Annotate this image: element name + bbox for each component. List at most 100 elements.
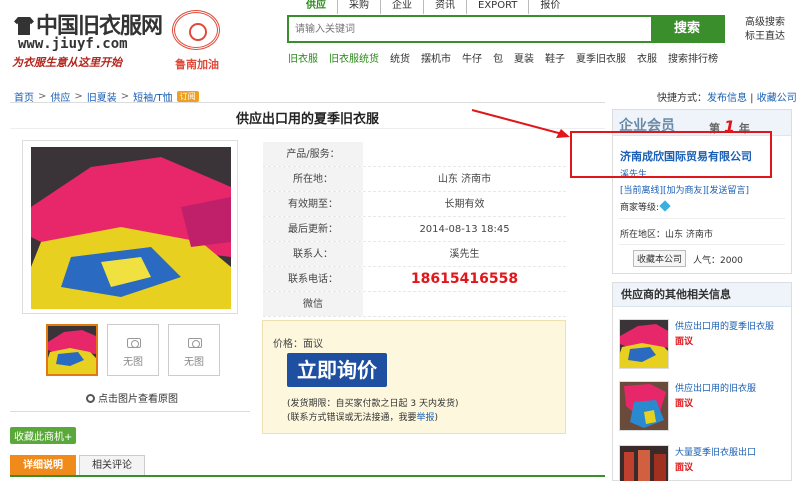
search-extras: 高级搜索 标王直达 [745, 16, 785, 44]
logo-domain: www.jiuyf.com [18, 36, 128, 52]
panel-title: 供应商的其他相关信息 [613, 283, 791, 307]
list-item[interactable]: 供应出口用的旧衣服 面议 [619, 381, 787, 437]
report-note: (联系方式错误或无法接通，我要举报) [287, 413, 439, 423]
divider [10, 102, 605, 103]
seal-icon [172, 10, 220, 50]
cat-link[interactable]: 旧衣服统货 [329, 50, 379, 65]
item-price: 面议 [675, 337, 694, 347]
top-nav: 供应 采购 企业 资讯 EXPORT 报价 [298, 0, 571, 14]
camera-icon [188, 338, 202, 348]
top-rank-link[interactable]: 标王直达 [745, 30, 785, 44]
price-label: 价格：面议 [273, 339, 323, 350]
info-row: 产品/服务： [263, 142, 566, 167]
nav-company[interactable]: 企业 [380, 0, 423, 14]
product-main-image[interactable] [22, 140, 238, 314]
item-thumbnail[interactable] [619, 445, 669, 481]
info-key: 所在地： [263, 167, 363, 191]
shortcut-label: 快捷方式： [657, 93, 707, 104]
list-item[interactable]: 供应出口用的夏季旧衣服 面议 [619, 319, 787, 375]
favorite-company-button[interactable]: 收藏本公司 [633, 250, 687, 267]
info-row: 微信 [263, 292, 566, 317]
cat-link[interactable]: 鞋子 [545, 50, 565, 65]
info-key: 产品/服务： [263, 142, 363, 166]
info-key: 联系电话： [263, 267, 363, 291]
popularity: 人气：2000 [693, 256, 743, 266]
tab-underline [10, 475, 605, 477]
cat-link[interactable]: 衣服 [637, 50, 657, 65]
search-rank-link[interactable]: 搜索排行榜 [668, 50, 718, 65]
info-value [363, 142, 566, 166]
list-item[interactable]: 大量夏季旧衣服出口 面议 [619, 445, 787, 481]
no-image-label: 无图 [184, 357, 204, 368]
thumbnail-2[interactable]: 无图 [107, 324, 159, 376]
phone-number: 18615416558 [410, 271, 519, 287]
search-input[interactable] [289, 17, 651, 41]
cat-link[interactable]: 夏季旧衣服 [576, 50, 626, 65]
thumbnail-strip: 无图 无图 [46, 324, 229, 376]
tab-comments[interactable]: 相关评论 [79, 455, 145, 475]
shortcut-bar: 快捷方式：发布信息 | 收藏公司 [657, 93, 797, 104]
info-row: 有效期至： 长期有效 [263, 192, 566, 217]
publish-link[interactable]: 发布信息 [707, 93, 747, 104]
report-link[interactable]: 举报 [417, 413, 435, 423]
item-price: 面议 [675, 463, 694, 473]
item-name[interactable]: 大量夏季旧衣服出口 [675, 445, 756, 458]
cat-link[interactable]: 统货 [390, 50, 410, 65]
product-info-table: 产品/服务： 所在地： 山东 济南市 有效期至： 长期有效 最后更新： 2014-08… [263, 142, 566, 317]
collect-listing-button[interactable]: 收藏此商机+ [10, 427, 77, 444]
logo-tagline: 为衣服生意从这里开始 [12, 56, 122, 69]
cat-link[interactable]: 旧衣服 [288, 50, 318, 65]
search-bar: 搜索 [287, 15, 725, 43]
divider [619, 244, 785, 245]
cat-link[interactable]: 牛仔 [462, 50, 482, 65]
item-name[interactable]: 供应出口用的旧衣服 [675, 381, 756, 394]
info-value [363, 292, 566, 316]
diamond-icon [659, 200, 671, 212]
shipping-note: (发货期限：自买家付款之日起 3 天内发货) [287, 399, 459, 409]
nav-news[interactable]: 资讯 [423, 0, 466, 14]
info-row: 最后更新： 2014-08-13 18:45 [263, 217, 566, 242]
cat-link[interactable]: 摆机市 [421, 50, 451, 65]
info-row: 所在地： 山东 济南市 [263, 167, 566, 192]
site-logo[interactable]: 中国旧衣服网 www.jiuyf.com 为衣服生意从这里开始 鲁南加油 [10, 6, 235, 72]
no-image-label: 无图 [123, 357, 143, 368]
thumbnail-1[interactable] [46, 324, 98, 376]
category-links: 旧衣服 旧衣服统货 统货 摆机市 牛仔 包 夏装 鞋子 夏季旧衣服 衣服 搜索排… [288, 50, 729, 65]
nav-purchase[interactable]: 采购 [337, 0, 380, 14]
search-button[interactable]: 搜索 [651, 17, 723, 41]
tshirt-icon [14, 17, 34, 35]
item-name[interactable]: 供应出口用的夏季旧衣服 [675, 319, 774, 332]
thumbnail-3[interactable]: 无图 [168, 324, 220, 376]
advanced-search-link[interactable]: 高级搜索 [745, 16, 785, 30]
info-key: 有效期至： [263, 192, 363, 216]
divider [619, 218, 785, 219]
product-photo [31, 147, 231, 309]
nav-quote[interactable]: 报价 [528, 0, 571, 14]
subscribe-badge[interactable]: 订阅 [176, 91, 199, 102]
item-price: 面议 [675, 399, 694, 409]
member-region: 所在地区：山东 济南市 [620, 230, 713, 240]
info-value: 2014-08-13 18:45 [419, 224, 510, 235]
item-thumbnail[interactable] [619, 381, 669, 431]
info-key: 最后更新： [263, 217, 363, 241]
inquire-now-button[interactable]: 立即询价 [287, 353, 387, 387]
member-actions[interactable]: [当前离线][加为商友][发送留言] [620, 183, 749, 196]
nav-export[interactable]: EXPORT [466, 0, 528, 14]
cat-link[interactable]: 夏装 [514, 50, 534, 65]
thumbnail-photo [48, 326, 96, 374]
arrow-icon [471, 109, 570, 138]
other-products-panel: 供应商的其他相关信息 供应出口用的夏季旧衣服 面议 供应出口用的旧衣服 面议 大… [612, 282, 792, 481]
item-thumbnail[interactable] [619, 319, 669, 369]
view-original-link[interactable]: 点击图片查看原图 [86, 390, 178, 405]
tab-details[interactable]: 详细说明 [10, 455, 76, 475]
info-value: 山东 济南市 [437, 174, 492, 185]
divider [10, 411, 250, 412]
detail-tabs: 详细说明 相关评论 [10, 455, 148, 475]
favorite-company-link[interactable]: 收藏公司 [757, 93, 797, 104]
cat-link[interactable]: 包 [493, 50, 503, 65]
highlight-box [570, 131, 772, 178]
merchant-level: 商家等级: [620, 200, 671, 213]
info-key: 联系人： [263, 242, 363, 266]
info-value: 溪先生 [449, 249, 480, 260]
nav-supply[interactable]: 供应 [298, 0, 337, 14]
